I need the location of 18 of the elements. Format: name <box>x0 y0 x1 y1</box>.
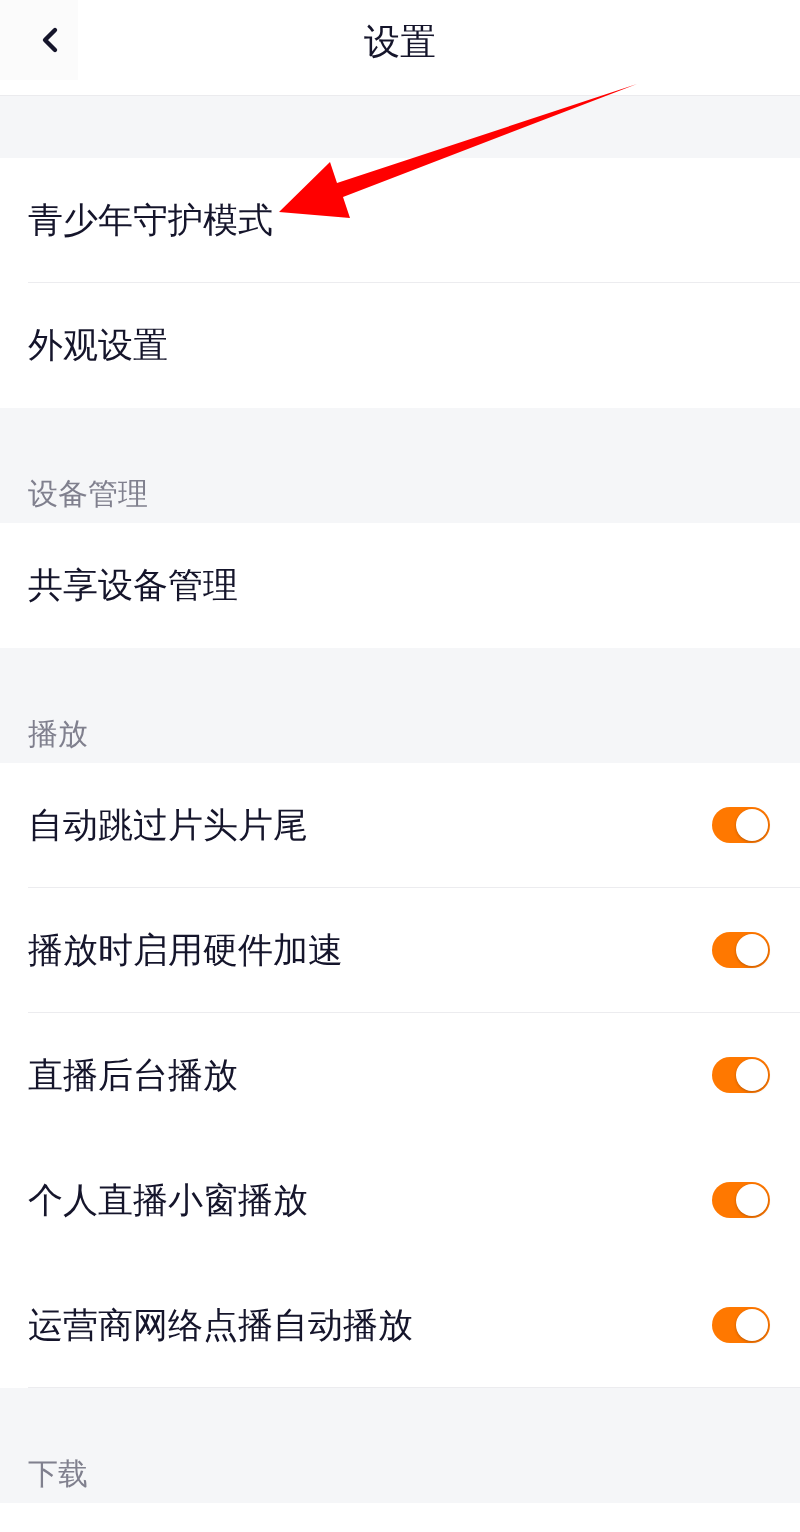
setting-label: 运营商网络点播自动播放 <box>28 1307 413 1343</box>
toggle-switch[interactable] <box>712 807 770 843</box>
setting-label: 直播后台播放 <box>28 1057 238 1093</box>
setting-label: 外观设置 <box>28 327 168 363</box>
section-title: 播放 <box>28 719 88 749</box>
setting-label: 共享设备管理 <box>28 567 238 603</box>
setting-label: 个人直播小窗播放 <box>28 1182 308 1218</box>
setting-label: 青少年守护模式 <box>28 202 273 238</box>
toggle-switch[interactable] <box>712 1057 770 1093</box>
section-title: 下载 <box>28 1459 88 1489</box>
setting-label: 自动跳过片头片尾 <box>28 807 308 843</box>
toggle-switch[interactable] <box>712 1307 770 1343</box>
setting-label: 播放时启用硬件加速 <box>28 932 343 968</box>
section-title: 设备管理 <box>28 479 148 509</box>
toggle-switch[interactable] <box>712 1182 770 1218</box>
toggle-switch[interactable] <box>712 932 770 968</box>
page-title: 设置 <box>364 24 436 60</box>
back-button[interactable] <box>0 0 78 80</box>
